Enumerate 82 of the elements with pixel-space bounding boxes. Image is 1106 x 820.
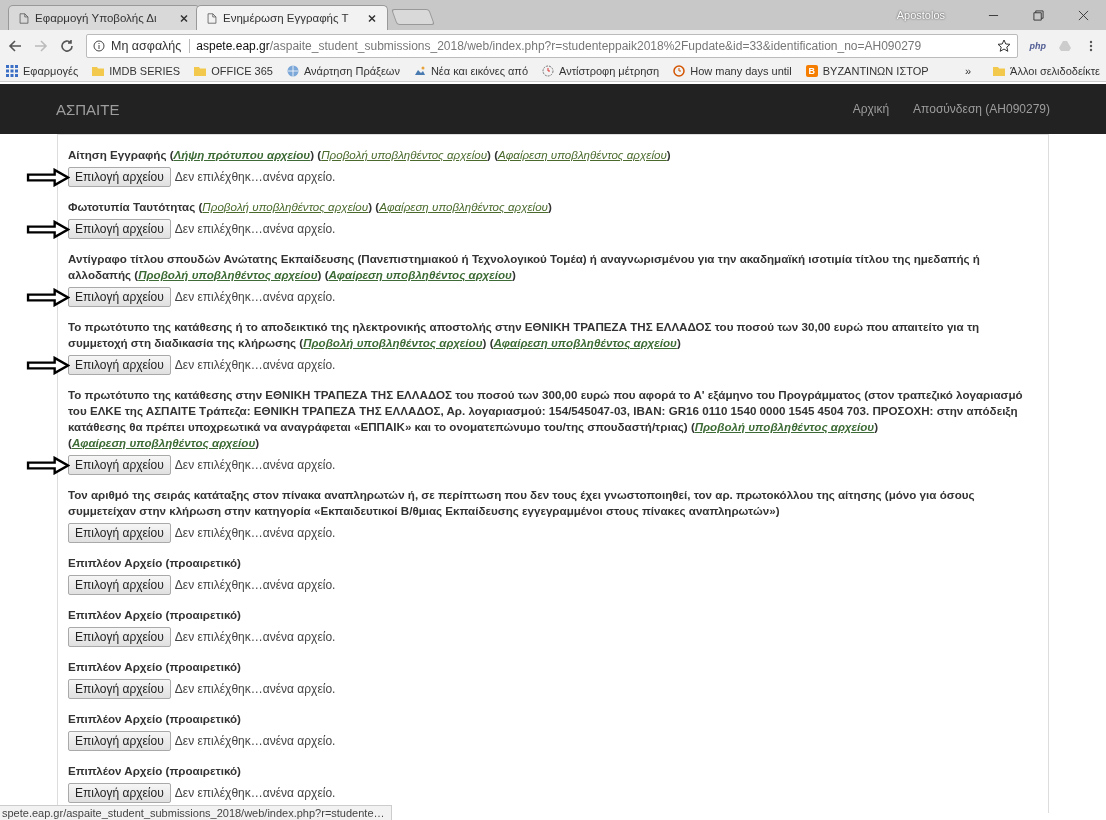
back-icon[interactable] xyxy=(8,38,22,53)
file-link[interactable]: Προβολή υποβληθέντος αρχείου xyxy=(321,148,488,161)
file-status-text: Δεν επιλέχθηκ…ανένα αρχείο. xyxy=(174,578,336,592)
bookmark-item[interactable]: Εφαρμογές xyxy=(6,65,79,77)
file-status-text: Δεν επιλέχθηκ…ανένα αρχείο. xyxy=(174,734,336,748)
field-label: Επιπλέον Αρχείο (προαιρετικό) xyxy=(68,711,242,727)
choose-file-button[interactable]: Επιλογή αρχείου xyxy=(68,783,171,803)
bookmark-item[interactable]: How many days until xyxy=(673,65,792,77)
file-link[interactable]: Προβολή υποβληθέντος αρχείου xyxy=(202,200,369,213)
choose-file-button[interactable]: Επιλογή αρχείου xyxy=(68,455,171,475)
choose-file-button[interactable]: Επιλογή αρχείου xyxy=(68,627,171,647)
choose-file-button[interactable]: Επιλογή αρχείου xyxy=(68,355,171,375)
bookmark-item[interactable]: B ΒΥΖΑΝΤΙΝΩΝ ΙΣΤΟΡ xyxy=(805,65,929,77)
file-status-text: Δεν επιλέχθηκ…ανένα αρχείο. xyxy=(174,526,336,540)
file-link[interactable]: Αφαίρεση υποβληθέντος αρχείου xyxy=(71,436,256,449)
apps-grid-icon xyxy=(6,65,18,77)
extension-label[interactable]: php xyxy=(1029,40,1046,51)
picture-icon xyxy=(413,65,426,77)
choose-file-button[interactable]: Επιλογή αρχείου xyxy=(68,575,171,595)
choose-file-button[interactable]: Επιλογή αρχείου xyxy=(68,287,171,307)
info-icon xyxy=(93,39,105,52)
file-link[interactable]: Αφαίρεση υποβληθέντος αρχείου xyxy=(379,200,548,213)
file-status-text: Δεν επιλέχθηκ…ανένα αρχείο. xyxy=(174,170,336,184)
choose-file-button[interactable]: Επιλογή αρχείου xyxy=(68,219,171,239)
file-link[interactable]: Λήψη πρότυπου αρχείου xyxy=(173,148,311,161)
field-label: Τον αριθμό της σειράς κατάταξης στον πίνακα αναπληρωτών ή, σε περίπτωση που δεν τους έχει γνωστοποιηθεί, τον αρ. πρωτοκόλλου της αίτησης (μόνο για όσους συμμετείχαν στην κλήρωση στην κατηγορία «Εκπαιδευτικοί Β/θμιας Εκπαίδευσης εγγεγραμμένοι στους πίνακες αναπληρωτών») xyxy=(68,487,976,519)
file-link[interactable]: Προβολή υποβληθέντος αρχείου xyxy=(303,336,483,349)
restore-icon[interactable] xyxy=(1033,9,1044,21)
file-link[interactable]: Προβολή υποβληθέντος αρχείου xyxy=(694,420,875,433)
other-bookmarks[interactable]: Άλλοι σελιδοδείκτε xyxy=(993,65,1100,77)
page-icon xyxy=(207,12,217,24)
status-url: spete.eap.gr/aspaite_student_submissions_2018/web/index.php?r=studente… xyxy=(0,805,392,820)
more-bookmarks[interactable]: » xyxy=(965,65,972,77)
file-link[interactable]: Αφαίρεση υποβληθέντος αρχείου xyxy=(493,336,677,349)
file-status-text: Δεν επιλέχθηκ…ανένα αρχείο. xyxy=(174,358,336,372)
nav-link[interactable]: Αποσύνδεση (ΑΗ090279) xyxy=(913,102,1050,116)
star-icon[interactable] xyxy=(996,38,1011,53)
blog-badge: B xyxy=(805,65,818,77)
nav-link[interactable]: Αρχική xyxy=(852,102,890,116)
folder-icon xyxy=(92,65,105,77)
choose-file-button[interactable]: Επιλογή αρχείου xyxy=(68,167,171,187)
file-link[interactable]: Αφαίρεση υποβληθέντος αρχείου xyxy=(328,268,512,281)
choose-file-button[interactable]: Επιλογή αρχείου xyxy=(68,679,171,699)
field-label: Αντίγραφο τίτλου σπουδών Ανώτατης Εκπαίδευσης (Πανεπιστημιακού ή Τεχνολογικού Τομέα) ή αναγνωρισμένου για την ακαδημαϊκή ισοτιμία τίτλου της ημεδαπής ή αλλοδαπής (Προβολή υποβληθέντος αρχείου) (Αφαίρεση υποβληθέντος αρχείου) xyxy=(68,251,981,283)
bookmark-item[interactable]: OFFICE 365 xyxy=(194,65,273,77)
bookmark-item[interactable]: IMDB SERIES xyxy=(92,65,181,77)
file-link[interactable]: Προβολή υποβληθέντος αρχείου xyxy=(138,268,318,281)
url-text: aspete.eap.gr/aspaite_student_submissions_2018/web/index.php?r=studenteppaik2018%2Fupdate&id=33&identification_no=AH090279 xyxy=(196,38,923,53)
file-status-text: Δεν επιλέχθηκ…ανένα αρχείο. xyxy=(174,630,336,644)
bookmark-item[interactable]: Ανάρτηση Πράξεων xyxy=(286,65,400,77)
file-link[interactable]: Αφαίρεση υποβληθέντος αρχείου xyxy=(498,148,667,161)
browser-tab[interactable]: Ενημέρωση Εγγραφής Τ xyxy=(196,5,388,30)
security-label: Μη ασφαλής xyxy=(111,38,191,53)
choose-file-button[interactable]: Επιλογή αρχείου xyxy=(68,731,171,751)
reload-icon[interactable] xyxy=(60,38,74,53)
address-bar[interactable]: Μη ασφαλής aspete.eap.gr/aspaite_student_submissions_2018/web/index.php?r=studenteppaik2018%2Fupdate&id=33&identification_no=AH090279 xyxy=(86,33,1018,58)
field-label: Φωτοτυπία Ταυτότητας (Προβολή υποβληθέντος αρχείου) (Αφαίρεση υποβληθέντος αρχείου) xyxy=(68,199,553,215)
close-icon[interactable] xyxy=(367,12,377,24)
field-label: Επιπλέον Αρχείο (προαιρετικό) xyxy=(68,763,242,779)
field-label: Επιπλέον Αρχείο (προαιρετικό) xyxy=(68,555,242,571)
close-icon[interactable] xyxy=(1078,9,1089,21)
site-brand[interactable]: ΑΣΠΑΙΤΕ xyxy=(56,100,120,118)
file-status-text: Δεν επιλέχθηκ…ανένα αρχείο. xyxy=(174,290,336,304)
page-icon xyxy=(19,12,29,24)
choose-file-button[interactable]: Επιλογή αρχείου xyxy=(68,523,171,543)
close-icon[interactable] xyxy=(179,12,189,24)
bookmark-item[interactable]: Αντίστροφη μέτρηση xyxy=(542,65,660,77)
field-label: Το πρωτότυπο της κατάθεσης ή το αποδεικτικό της ηλεκτρονικής αποστολής στην ΕΘΝΙΚΗ ΤΡΑΠΕΖΑ ΤΗΣ ΕΛΛΑΔΟΣ του ποσού των 30,00 ευρώ που απαιτείτο για τη συμμετοχή στη διαδικασία της κλήρωσης (Προβολή υποβληθέντος αρχείου) (Αφαίρεση υποβληθέντος αρχείου) xyxy=(68,319,981,351)
timer-icon xyxy=(542,65,555,77)
file-status-text: Δεν επιλέχθηκ…ανένα αρχείο. xyxy=(174,458,336,472)
file-status-text: Δεν επιλέχθηκ…ανένα αρχείο. xyxy=(174,682,336,696)
field-label: Το πρωτότυπο της κατάθεσης στην ΕΘΝΙΚΗ ΤΡΑΠΕΖΑ ΤΗΣ ΕΛΛΑΔΟΣ του ποσού των 300,00 ευρώ που αφορά το Α' εξάμηνο του Προγράμματος (στον τραπεζικό λογαριασμό του ΕΛΚΕ της ΑΣΠΑΙΤΕ Τράπεζα: ΕΘΝΙΚΗ ΤΡΑΠΕΖΑ ΤΗΣ ΕΛΛΑΔΟΣ, Αρ. λογαριασμού: 154/545047-03, IBAN: GR16 0110 1540 0000 1545 4504 703. ΠΡΟΣΟΧΗ: στην απόδειξη κατάθεσης θα πρέπει υποχρεωτικά να αναγράφεται «ΕΠΠΑΙΚ» και το ονοματεπώνυμο του/της σπουδαστή/τριας) (Προβολή υποβληθέντος αρχείου) (Αφαίρεση υποβληθέντος αρχείου) xyxy=(68,387,1024,451)
bookmark-item[interactable]: Νέα και εικόνες από xyxy=(413,65,529,77)
file-status-text: Δεν επιλέχθηκ…ανένα αρχείο. xyxy=(174,222,336,236)
file-status-text: Δεν επιλέχθηκ…ανένα αρχείο. xyxy=(174,786,336,800)
field-label: Αίτηση Εγγραφής (Λήψη πρότυπου αρχείου) (Προβολή υποβληθέντος αρχείου) (Αφαίρεση υποβληθέντος αρχείου) xyxy=(68,147,672,163)
field-label: Επιπλέον Αρχείο (προαιρετικό) xyxy=(68,607,242,623)
folder-icon xyxy=(993,65,1006,77)
folder-icon xyxy=(194,65,207,77)
clock-icon xyxy=(673,65,686,77)
globe-icon xyxy=(286,65,299,77)
field-label: Επιπλέον Αρχείο (προαιρετικό) xyxy=(68,659,242,675)
